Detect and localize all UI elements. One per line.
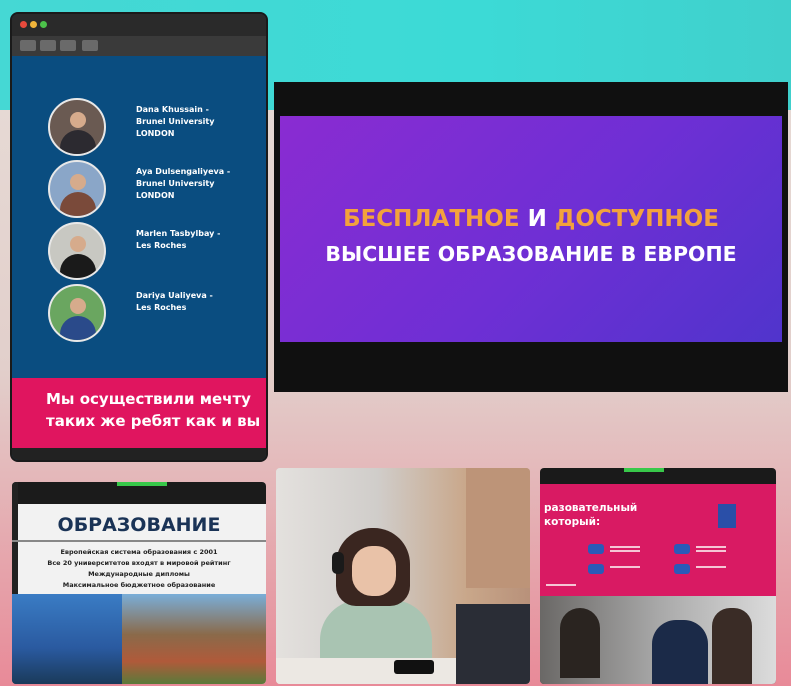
program-title-line-1: разовательный: [544, 502, 638, 514]
headline-word-and: И: [527, 206, 547, 232]
student-name: Dana Khussain - Brunel University LONDON: [136, 105, 215, 138]
window-titlebar: [12, 14, 266, 36]
student-avatar: [48, 284, 106, 342]
education-line: Международные дипломы: [88, 570, 190, 578]
program-title-line-2: который:: [544, 516, 601, 528]
program-slide: разовательный который:: [540, 484, 776, 596]
university-logo-icon: [718, 504, 736, 528]
student-avatar: [48, 160, 106, 218]
minimize-icon[interactable]: [30, 21, 37, 28]
student-entry: Dana Khussain - Brunel University LONDON: [48, 98, 258, 158]
presenter-webcam-tile: [276, 468, 530, 684]
education-slide-tile: ОБРАЗОВАНИЕ Европейская система образова…: [12, 482, 266, 684]
students-slide-window: Dana Khussain - Brunel University LONDON…: [12, 14, 266, 460]
main-presentation-frame: БЕСПЛАТНОЕ И ДОСТУПНОЕ ВЫСШЕЕ ОБРАЗОВАНИ…: [274, 82, 788, 392]
campus-aerial-photo: [122, 594, 266, 684]
banner-line-1: Мы осуществили мечту: [46, 390, 251, 408]
toolbar-button[interactable]: [60, 40, 76, 51]
student-entry: Marlen Tasbylbay - Les Roches: [48, 222, 258, 282]
slide-subheadline: ВЫСШЕЕ ОБРАЗОВАНИЕ В ЕВРОПЕ: [325, 242, 737, 266]
toolbar-button[interactable]: [20, 40, 36, 51]
toolbar-button[interactable]: [40, 40, 56, 51]
headset-icon: [332, 552, 344, 574]
maximize-icon[interactable]: [40, 21, 47, 28]
student-figure: [560, 608, 600, 678]
education-line: Все 20 университетов входят в мировой ре…: [47, 559, 231, 567]
bullet-icon: [674, 564, 690, 574]
main-slide: БЕСПЛАТНОЕ И ДОСТУПНОЕ ВЫСШЕЕ ОБРАЗОВАНИ…: [280, 116, 782, 342]
presenter-face: [352, 546, 396, 596]
bullet-icon: [588, 564, 604, 574]
window-statusbar: [12, 448, 266, 460]
student-entry: Dariya Ualiyeva - Les Roches: [48, 284, 258, 344]
bullet-icon: [588, 544, 604, 554]
toolbar-button[interactable]: [82, 40, 98, 51]
student-name: Aya Dulsengaliyeva - Brunel University L…: [136, 167, 231, 200]
window-toolbar: [12, 36, 266, 56]
phone: [394, 660, 434, 674]
education-line: Европейская система образования с 2001: [60, 548, 218, 556]
education-line: Максимальное бюджетное образование: [62, 581, 216, 589]
laptop: [456, 604, 530, 684]
active-indicator: [624, 468, 664, 472]
student-avatar: [48, 98, 106, 156]
close-icon[interactable]: [20, 21, 27, 28]
program-slide-tile: разовательный который:: [540, 468, 776, 684]
divider: [12, 540, 266, 542]
active-indicator: [117, 482, 167, 486]
student-entry: Aya Dulsengaliyeva - Brunel University L…: [48, 160, 258, 220]
student-name: Marlen Tasbylbay - Les Roches: [136, 229, 221, 250]
banner-line-2: таких же ребят как и вы: [46, 412, 261, 430]
student-name: Dariya Ualiyeva - Les Roches: [136, 291, 213, 312]
headline-word-accessible: ДОСТУПНОЕ: [554, 206, 719, 232]
campus-photo: [12, 594, 122, 684]
student-figure: [712, 608, 752, 684]
slide-headline: БЕСПЛАТНОЕ И ДОСТУПНОЕ: [280, 206, 782, 232]
student-avatar: [48, 222, 106, 280]
dream-banner: Мы осуществили мечту таких же ребят как …: [12, 378, 266, 448]
education-title: ОБРАЗОВАНИЕ: [57, 514, 221, 536]
student-figure: [652, 620, 708, 684]
headline-word-free: БЕСПЛАТНОЕ: [343, 206, 520, 232]
bullet-icon: [674, 544, 690, 554]
